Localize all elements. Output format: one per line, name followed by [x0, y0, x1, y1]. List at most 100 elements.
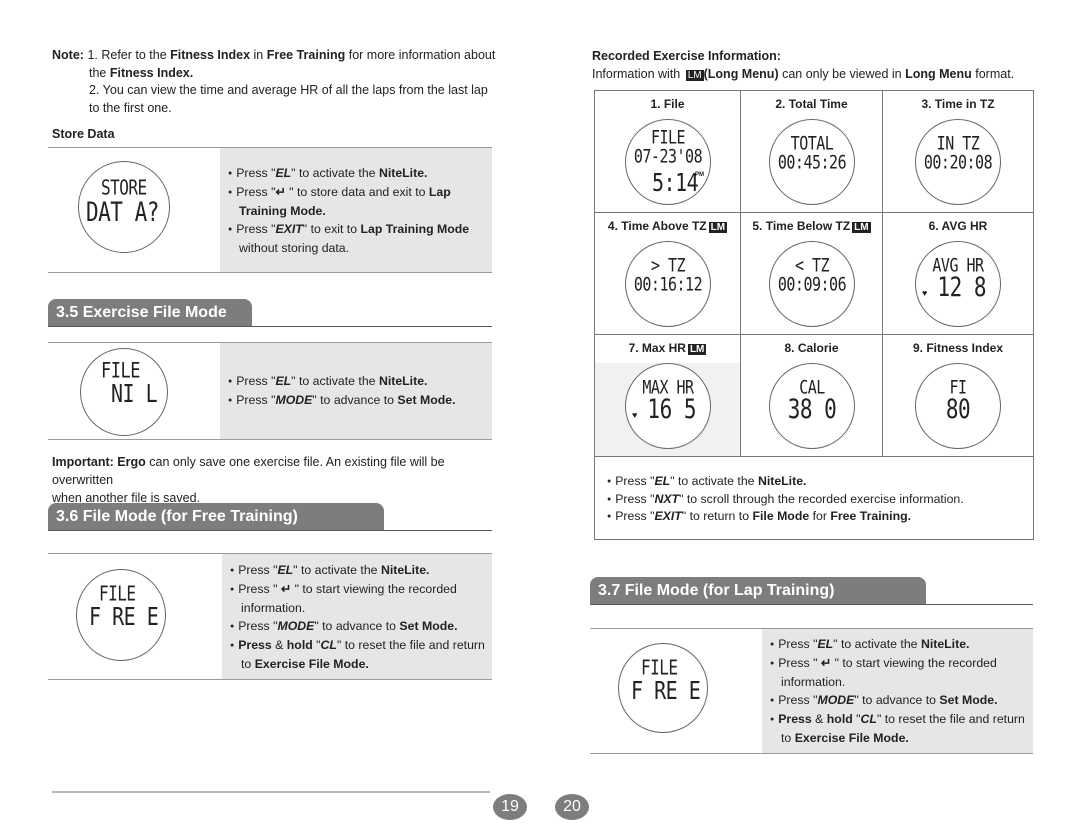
instruction-item: Press "EXIT" to return to File Mode for … [607, 508, 1033, 526]
instruction-item: Press " ↵ " to start viewing the recorde… [230, 580, 492, 599]
cell-caption: 2. Total Time [775, 97, 848, 111]
instruction-item: Press "NXT" to scroll through the record… [607, 491, 1033, 509]
watch-face: < TZ 00:09:06 [769, 241, 855, 327]
note-bold: Fitness Index [170, 48, 251, 62]
instruction-item-cont: without storing data. [239, 240, 350, 255]
note-text: in [253, 48, 264, 62]
watch-face: > TZ 00:16:12 [625, 241, 711, 327]
pm-indicator: PM [695, 172, 704, 178]
instruction-item: Press & hold "CL" to reset the file and … [230, 636, 492, 655]
note-text: 1. Refer to the [87, 48, 167, 62]
cell-caption: 6. AVG HR [928, 219, 988, 233]
file-mode-free-panel: FILE F RE E Press "EL" to activate the N… [48, 553, 492, 680]
instruction-item-cont: to Exercise File Mode. [781, 731, 909, 745]
instruction-item-cont: information. [241, 600, 306, 615]
instruction-item: Press "EL" to activate the NiteLite. [228, 164, 492, 183]
recorded-info-note: Information with LM (Long Menu) can only … [592, 67, 1015, 81]
cell-caption: 1. File [650, 97, 685, 111]
lm-badge: LM [685, 70, 704, 81]
grid-row: 1. File FILE 07-23'08 5:14 PM 2. Total Time TO… [595, 91, 1033, 213]
heart-icon: ♥ [632, 410, 638, 420]
recorded-info-title: Recorded Exercise Information: [592, 49, 781, 63]
note-label: Note: [52, 48, 84, 62]
section-title: 3.5 Exercise File Mode [48, 299, 252, 326]
grid-cell: 3. Time in TZ IN TZ 00:20:08 [883, 91, 1033, 212]
watch-face: FI 80 [915, 363, 1001, 449]
instruction-item-cont: information. [781, 675, 846, 689]
watch-face: FILE 07-23'08 5:14 PM [625, 119, 711, 205]
watch-illustration-panel: FILE NI L [48, 343, 220, 439]
section-title: 3.7 File Mode (for Lap Training) [590, 577, 926, 604]
instruction-item: Press "EL" to activate the NiteLite. [607, 473, 1033, 491]
watch-line-2: NI L [111, 378, 158, 408]
cell-caption: 4. Time Above TZ LM [607, 219, 728, 233]
watch-face: TOTAL 00:45:26 [769, 119, 855, 205]
watch-face: CAL 38 0 [769, 363, 855, 449]
section-title: 3.6 File Mode (for Free Training) [48, 503, 384, 530]
instruction-item: Press "MODE" to advance to Set Mode. [230, 617, 492, 636]
lm-badge: LM [852, 222, 871, 233]
store-data-panel: STORE DAT A? Press "EL" to activate the … [48, 147, 492, 273]
watch-line-2: F RE E [89, 601, 159, 631]
file-mode-lap-panel: FILE F RE E Press "EL" to activate the N… [590, 628, 1033, 754]
watch-line-2: 80 [945, 394, 971, 424]
recorded-info-grid: 1. File FILE 07-23'08 5:14 PM 2. Total Time TO… [594, 90, 1034, 540]
page-number-right: 20 [555, 794, 589, 820]
watch-illustration-panel: FILE F RE E [590, 629, 762, 753]
watch-line-2: 00:09:06 [777, 272, 847, 296]
note-text: the [89, 65, 107, 80]
store-data-instructions: Press "EL" to activate the NiteLite. Pre… [220, 148, 492, 272]
grid-cell: 2. Total Time TOTAL 00:45:26 [741, 91, 883, 212]
instruction-item-cont: Training Mode. [239, 203, 326, 218]
instruction-item: Press "EXIT" to exit to Lap Training Mod… [228, 220, 492, 239]
cell-caption: 9. Fitness Index [912, 341, 1004, 355]
cell-caption: 8. Calorie [784, 341, 839, 355]
enter-key-icon: ↵ [820, 656, 832, 670]
watch-face: AVG HR 12 8 ♥ [915, 241, 1001, 327]
watch-face-file-free: FILE F RE E [618, 643, 708, 733]
grid-cell: 7. Max HR LM MAX HR 16 5 ♥ [595, 335, 741, 456]
cell-caption: 3. Time in TZ [921, 97, 995, 111]
watch-face: MAX HR 16 5 ♥ [625, 363, 711, 449]
instruction-item: Press & hold "CL" to reset the file and … [770, 710, 1033, 729]
instruction-item: Press "MODE" to advance to Set Mode. [770, 691, 1033, 710]
grid-cell: 5. Time Below TZ LM < TZ 00:09:06 [741, 213, 883, 334]
grid-row: 4. Time Above TZ LM > TZ 00:16:12 5. Time Be… [595, 213, 1033, 335]
note-bold: Fitness Index. [109, 65, 194, 80]
grid-cell: 1. File FILE 07-23'08 5:14 PM [595, 91, 741, 212]
note-bold: Free Training [266, 48, 346, 62]
note-item-2-cont: to the first one. [89, 100, 172, 115]
section-header-3-5: 3.5 Exercise File Mode [48, 299, 492, 327]
grid-instructions: Press "EL" to activate the NiteLite. Pre… [595, 457, 1033, 539]
watch-face-store-data: STORE DAT A? [78, 161, 170, 253]
grid-row: 7. Max HR LM MAX HR 16 5 ♥ 8. Calorie CAL 38 0 9… [595, 335, 1033, 457]
grid-cell: 6. AVG HR AVG HR 12 8 ♥ [883, 213, 1033, 334]
grid-cell: 4. Time Above TZ LM > TZ 00:16:12 [595, 213, 741, 334]
instruction-item: Press "↵ " to store data and exit to Lap [228, 183, 492, 202]
cell-caption: 7. Max HR LM [628, 341, 707, 355]
instruction-item-cont: to Exercise File Mode. [241, 656, 369, 671]
file-mode-free-instructions: Press "EL" to activate the NiteLite. Pre… [222, 554, 492, 679]
watch-line-2: 00:20:08 [923, 150, 993, 174]
instruction-item: Press "EL" to activate the NiteLite. [228, 372, 492, 391]
watch-line-2: 07-23'08 [633, 144, 703, 168]
note-text: for more information about [348, 48, 496, 62]
grid-cell: 9. Fitness Index FI 80 [883, 335, 1033, 456]
lm-badge: LM [687, 344, 707, 355]
instruction-item: Press "EL" to activate the NiteLite. [230, 561, 492, 580]
watch-line-2: DAT A? [86, 197, 159, 227]
instruction-item: Press " ↵ " to start viewing the recorde… [770, 654, 1033, 673]
watch-face-file-nil: FILE NI L [80, 348, 168, 436]
recorded-info-header: Recorded Exercise Information: Informati… [592, 47, 1014, 83]
watch-face-file-free: FILE F RE E [76, 569, 166, 661]
section-header-3-7: 3.7 File Mode (for Lap Training) [590, 577, 1033, 605]
footer-rule [52, 791, 490, 793]
heart-icon: ♥ [922, 288, 928, 298]
enter-key-icon: ↵ [280, 581, 292, 596]
watch-face: IN TZ 00:20:08 [915, 119, 1001, 205]
watch-line-1: STORE [101, 175, 147, 200]
instruction-item: Press "MODE" to advance to Set Mode. [228, 391, 492, 410]
page-number-left: 19 [493, 794, 527, 820]
cell-caption: 5. Time Below TZ LM [752, 219, 871, 233]
watch-line-2: F RE E [631, 675, 701, 705]
